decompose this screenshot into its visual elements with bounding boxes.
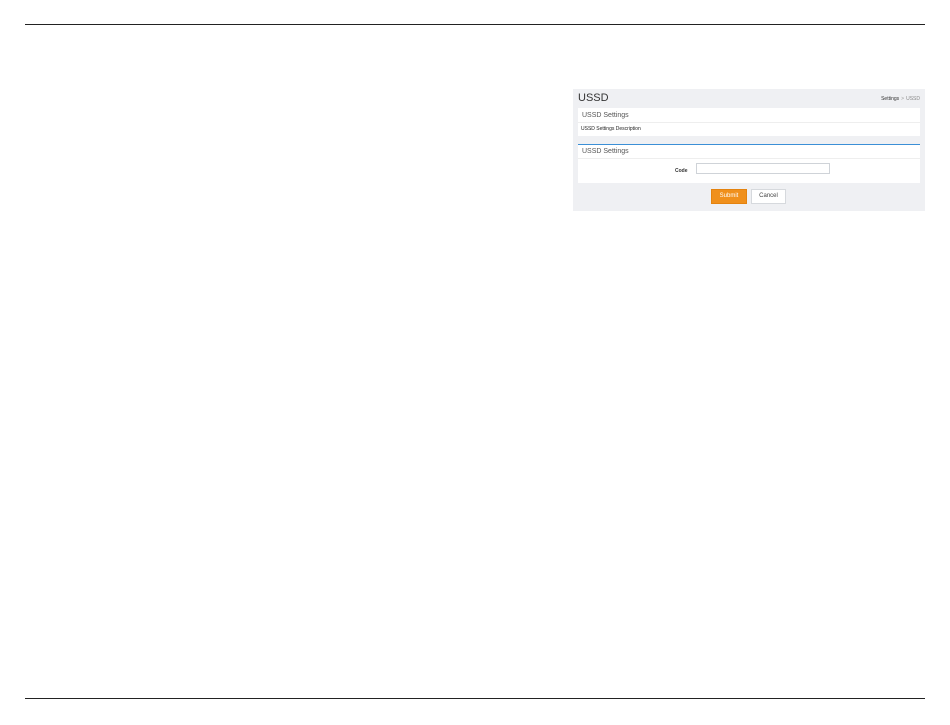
submit-button[interactable]: Submit (711, 189, 747, 204)
panel-divider (578, 122, 920, 123)
code-label: Code (675, 168, 688, 174)
breadcrumb-current: USSD (906, 96, 920, 102)
description-panel-heading: USSD Settings (582, 112, 629, 119)
cancel-button[interactable]: Cancel (751, 189, 786, 204)
settings-form-panel: USSD Settings Code (578, 144, 920, 183)
page-top-rule (25, 24, 925, 25)
form-panel-heading: USSD Settings (582, 148, 629, 155)
panel-divider (578, 158, 920, 159)
breadcrumb-separator: > (901, 96, 905, 102)
code-input[interactable] (696, 163, 830, 174)
page-title: USSD (578, 92, 609, 104)
breadcrumb: Settings > USSD (881, 96, 920, 102)
description-panel: USSD Settings USSD Settings Description (578, 108, 920, 136)
page-bottom-rule (25, 698, 925, 699)
description-text: USSD Settings Description (581, 126, 641, 132)
breadcrumb-settings-link[interactable]: Settings (881, 96, 899, 102)
ussd-settings-screen: USSD Settings > USSD USSD Settings USSD Se… (573, 89, 925, 211)
